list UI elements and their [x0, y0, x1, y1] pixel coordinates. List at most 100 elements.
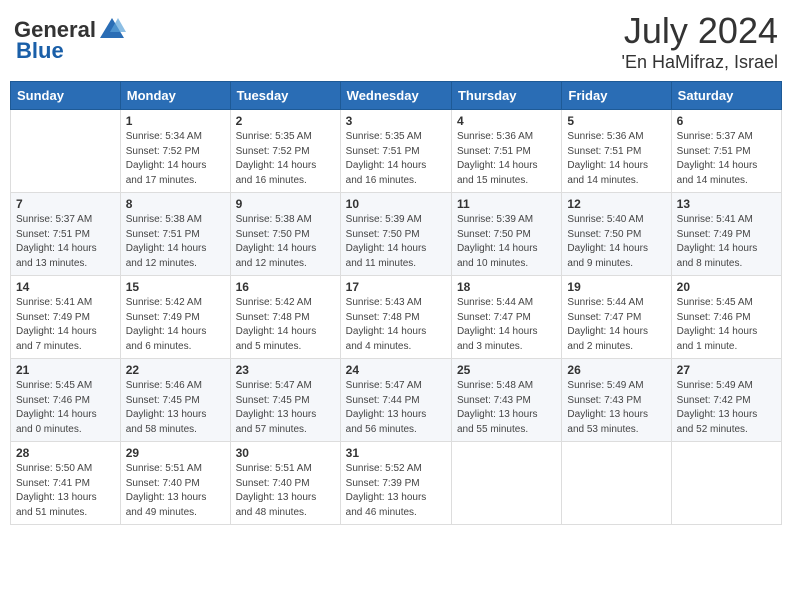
col-tuesday: Tuesday	[230, 82, 340, 110]
cell-date-number: 27	[677, 363, 776, 377]
calendar-cell: 27 Sunrise: 5:49 AM Sunset: 7:42 PM Dayli…	[671, 359, 781, 442]
cell-date-number: 13	[677, 197, 776, 211]
cell-date-number: 7	[16, 197, 115, 211]
cell-info-text: Sunrise: 5:49 AM Sunset: 7:42 PM Dayligh…	[677, 379, 776, 437]
cell-info-text: Sunrise: 5:38 AM Sunset: 7:51 PM Dayligh…	[126, 213, 225, 271]
cell-info-text: Sunrise: 5:50 AM Sunset: 7:41 PM Dayligh…	[16, 462, 115, 520]
cell-date-number: 19	[567, 280, 665, 294]
calendar-cell: 20 Sunrise: 5:45 AM Sunset: 7:46 PM Dayli…	[671, 276, 781, 359]
cell-info-text: Sunrise: 5:44 AM Sunset: 7:47 PM Dayligh…	[567, 296, 665, 354]
cell-info-text: Sunrise: 5:45 AM Sunset: 7:46 PM Dayligh…	[16, 379, 115, 437]
cell-info-text: Sunrise: 5:39 AM Sunset: 7:50 PM Dayligh…	[346, 213, 446, 271]
cell-date-number: 23	[236, 363, 335, 377]
cell-info-text: Sunrise: 5:42 AM Sunset: 7:48 PM Dayligh…	[236, 296, 335, 354]
cell-date-number: 9	[236, 197, 335, 211]
calendar-cell: 25 Sunrise: 5:48 AM Sunset: 7:43 PM Dayli…	[451, 359, 561, 442]
cell-info-text: Sunrise: 5:48 AM Sunset: 7:43 PM Dayligh…	[457, 379, 556, 437]
cell-info-text: Sunrise: 5:52 AM Sunset: 7:39 PM Dayligh…	[346, 462, 446, 520]
calendar-cell: 2 Sunrise: 5:35 AM Sunset: 7:52 PM Daylig…	[230, 110, 340, 193]
cell-info-text: Sunrise: 5:47 AM Sunset: 7:45 PM Dayligh…	[236, 379, 335, 437]
calendar-cell: 17 Sunrise: 5:43 AM Sunset: 7:48 PM Dayli…	[340, 276, 451, 359]
cell-info-text: Sunrise: 5:37 AM Sunset: 7:51 PM Dayligh…	[16, 213, 115, 271]
cell-info-text: Sunrise: 5:36 AM Sunset: 7:51 PM Dayligh…	[567, 130, 665, 188]
calendar-cell: 4 Sunrise: 5:36 AM Sunset: 7:51 PM Daylig…	[451, 110, 561, 193]
calendar-cell: 22 Sunrise: 5:46 AM Sunset: 7:45 PM Dayli…	[120, 359, 230, 442]
logo-icon	[98, 16, 126, 44]
cell-date-number: 30	[236, 446, 335, 460]
cell-info-text: Sunrise: 5:35 AM Sunset: 7:52 PM Dayligh…	[236, 130, 335, 188]
calendar-cell	[671, 442, 781, 525]
cell-info-text: Sunrise: 5:44 AM Sunset: 7:47 PM Dayligh…	[457, 296, 556, 354]
calendar-cell: 26Sunrise: 5:49 AM Sunset: 7:43 PM Dayli…	[562, 359, 671, 442]
col-sunday: Sunday	[11, 82, 121, 110]
logo: General Blue	[14, 16, 126, 64]
cell-date-number: 5	[567, 114, 665, 128]
calendar-cell: 8Sunrise: 5:38 AM Sunset: 7:51 PM Daylig…	[120, 193, 230, 276]
page-header: General Blue July 2024 'En HaMifraz, Isr…	[10, 10, 782, 73]
calendar-cell: 10 Sunrise: 5:39 AM Sunset: 7:50 PM Dayli…	[340, 193, 451, 276]
cell-info-text: Sunrise: 5:36 AM Sunset: 7:51 PM Dayligh…	[457, 130, 556, 188]
cell-info-text: Sunrise: 5:45 AM Sunset: 7:46 PM Dayligh…	[677, 296, 776, 354]
cell-date-number: 22	[126, 363, 225, 377]
calendar-cell: 30 Sunrise: 5:51 AM Sunset: 7:40 PM Dayli…	[230, 442, 340, 525]
cell-date-number: 24	[346, 363, 446, 377]
cell-date-number: 26	[567, 363, 665, 377]
calendar-cell: 6 Sunrise: 5:37 AM Sunset: 7:51 PM Daylig…	[671, 110, 781, 193]
cell-date-number: 11	[457, 197, 556, 211]
calendar-cell: 18 Sunrise: 5:44 AM Sunset: 7:47 PM Dayli…	[451, 276, 561, 359]
week-row-4: 21 Sunrise: 5:45 AM Sunset: 7:46 PM Dayli…	[11, 359, 782, 442]
calendar-cell: 3Sunrise: 5:35 AM Sunset: 7:51 PM Daylig…	[340, 110, 451, 193]
location-title: 'En HaMifraz, Israel	[622, 52, 778, 73]
cell-date-number: 12	[567, 197, 665, 211]
cell-info-text: Sunrise: 5:35 AM Sunset: 7:51 PM Dayligh…	[346, 130, 446, 188]
cell-info-text: Sunrise: 5:46 AM Sunset: 7:45 PM Dayligh…	[126, 379, 225, 437]
calendar-cell: 5 Sunrise: 5:36 AM Sunset: 7:51 PM Daylig…	[562, 110, 671, 193]
calendar-cell	[11, 110, 121, 193]
col-monday: Monday	[120, 82, 230, 110]
col-thursday: Thursday	[451, 82, 561, 110]
header-row: Sunday Monday Tuesday Wednesday Thursday…	[11, 82, 782, 110]
calendar-cell	[451, 442, 561, 525]
cell-date-number: 29	[126, 446, 225, 460]
week-row-1: 1Sunrise: 5:34 AM Sunset: 7:52 PM Daylig…	[11, 110, 782, 193]
calendar-cell: 24 Sunrise: 5:47 AM Sunset: 7:44 PM Dayli…	[340, 359, 451, 442]
cell-date-number: 21	[16, 363, 115, 377]
calendar-cell: 28 Sunrise: 5:50 AM Sunset: 7:41 PM Dayli…	[11, 442, 121, 525]
cell-info-text: Sunrise: 5:38 AM Sunset: 7:50 PM Dayligh…	[236, 213, 335, 271]
calendar-cell: 23 Sunrise: 5:47 AM Sunset: 7:45 PM Dayli…	[230, 359, 340, 442]
calendar-cell: 13 Sunrise: 5:41 AM Sunset: 7:49 PM Dayli…	[671, 193, 781, 276]
calendar-cell	[562, 442, 671, 525]
calendar-cell: 15Sunrise: 5:42 AM Sunset: 7:49 PM Dayli…	[120, 276, 230, 359]
cell-info-text: Sunrise: 5:51 AM Sunset: 7:40 PM Dayligh…	[126, 462, 225, 520]
cell-info-text: Sunrise: 5:47 AM Sunset: 7:44 PM Dayligh…	[346, 379, 446, 437]
cell-date-number: 10	[346, 197, 446, 211]
logo-blue-text: Blue	[16, 38, 64, 64]
calendar-cell: 11 Sunrise: 5:39 AM Sunset: 7:50 PM Dayli…	[451, 193, 561, 276]
cell-date-number: 17	[346, 280, 446, 294]
week-row-3: 14 Sunrise: 5:41 AM Sunset: 7:49 PM Dayli…	[11, 276, 782, 359]
cell-info-text: Sunrise: 5:39 AM Sunset: 7:50 PM Dayligh…	[457, 213, 556, 271]
cell-date-number: 18	[457, 280, 556, 294]
col-wednesday: Wednesday	[340, 82, 451, 110]
cell-info-text: Sunrise: 5:51 AM Sunset: 7:40 PM Dayligh…	[236, 462, 335, 520]
calendar-cell: 7 Sunrise: 5:37 AM Sunset: 7:51 PM Daylig…	[11, 193, 121, 276]
cell-date-number: 31	[346, 446, 446, 460]
cell-date-number: 14	[16, 280, 115, 294]
cell-date-number: 28	[16, 446, 115, 460]
cell-info-text: Sunrise: 5:41 AM Sunset: 7:49 PM Dayligh…	[677, 213, 776, 271]
cell-info-text: Sunrise: 5:43 AM Sunset: 7:48 PM Dayligh…	[346, 296, 446, 354]
cell-date-number: 20	[677, 280, 776, 294]
cell-date-number: 25	[457, 363, 556, 377]
week-row-5: 28 Sunrise: 5:50 AM Sunset: 7:41 PM Dayli…	[11, 442, 782, 525]
calendar-cell: 16 Sunrise: 5:42 AM Sunset: 7:48 PM Dayli…	[230, 276, 340, 359]
cell-date-number: 2	[236, 114, 335, 128]
cell-info-text: Sunrise: 5:41 AM Sunset: 7:49 PM Dayligh…	[16, 296, 115, 354]
cell-date-number: 6	[677, 114, 776, 128]
cell-date-number: 16	[236, 280, 335, 294]
cell-info-text: Sunrise: 5:37 AM Sunset: 7:51 PM Dayligh…	[677, 130, 776, 188]
calendar-cell: 9 Sunrise: 5:38 AM Sunset: 7:50 PM Daylig…	[230, 193, 340, 276]
cell-date-number: 4	[457, 114, 556, 128]
cell-info-text: Sunrise: 5:42 AM Sunset: 7:49 PM Dayligh…	[126, 296, 225, 354]
title-area: July 2024 'En HaMifraz, Israel	[622, 10, 778, 73]
col-saturday: Saturday	[671, 82, 781, 110]
